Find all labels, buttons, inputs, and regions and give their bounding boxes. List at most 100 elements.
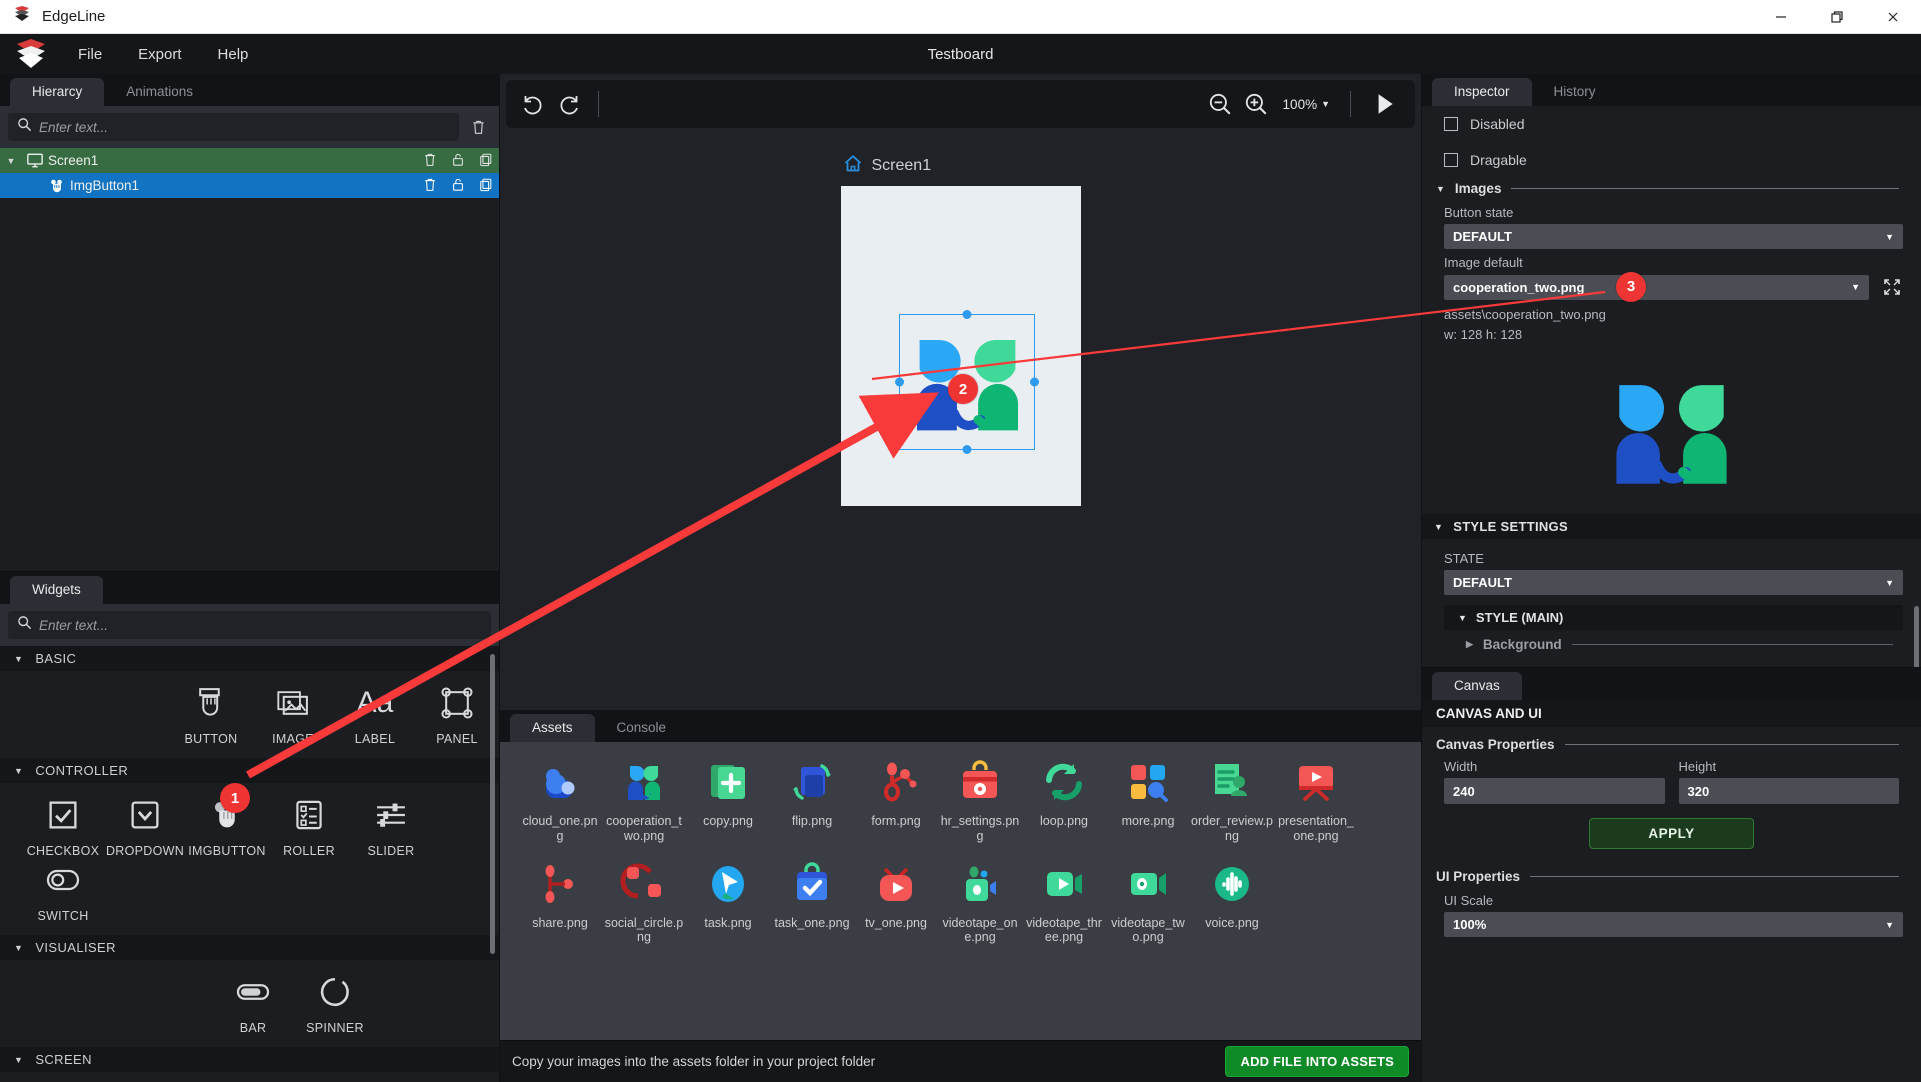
asset-item[interactable]: voice.png bbox=[1190, 858, 1274, 946]
tab-animations[interactable]: Animations bbox=[104, 78, 215, 106]
tab-assets[interactable]: Assets bbox=[510, 714, 595, 742]
widget-switch[interactable]: SWITCH bbox=[22, 858, 104, 923]
asset-item[interactable]: videotape_one.png bbox=[938, 858, 1022, 946]
delete-icon[interactable] bbox=[423, 152, 437, 170]
lock-icon[interactable] bbox=[451, 152, 465, 170]
asset-item[interactable]: form.png bbox=[854, 756, 938, 844]
asset-item[interactable]: task.png bbox=[686, 858, 770, 946]
inspector-scrollbar[interactable] bbox=[1914, 606, 1919, 667]
widgets-search-input[interactable]: Enter text... bbox=[8, 611, 491, 639]
undo-button[interactable] bbox=[520, 91, 546, 117]
zoom-out-button[interactable] bbox=[1207, 91, 1233, 117]
asset-item[interactable]: cloud_one.png bbox=[518, 756, 602, 844]
play-button[interactable] bbox=[1367, 91, 1401, 117]
asset-item[interactable]: flip.png bbox=[770, 756, 854, 844]
tab-console[interactable]: Console bbox=[595, 714, 689, 742]
bar-icon bbox=[235, 970, 271, 1014]
canvas-properties-label: Canvas Properties bbox=[1436, 737, 1555, 752]
hierarchy-tabstrip: Hierarcy Animations bbox=[0, 74, 499, 106]
widget-group-basic[interactable]: ▼ BASIC bbox=[0, 646, 499, 671]
resize-handle-right[interactable] bbox=[1029, 377, 1039, 387]
asset-item[interactable]: share.png bbox=[518, 858, 602, 946]
panel-icon bbox=[440, 681, 474, 725]
tab-hierarchy[interactable]: Hierarcy bbox=[10, 78, 105, 106]
asset-item[interactable]: hr_settings.png bbox=[938, 756, 1022, 844]
asset-item[interactable]: social_circle.png bbox=[602, 858, 686, 946]
button-state-dropdown[interactable]: DEFAULT ▼ bbox=[1444, 224, 1903, 249]
tree-row-imgbutton1[interactable]: ImgButton1 bbox=[0, 173, 499, 198]
widget-roller[interactable]: ROLLER bbox=[268, 793, 350, 858]
menu-help[interactable]: Help bbox=[202, 40, 265, 69]
asset-item[interactable]: tv_one.png bbox=[854, 858, 938, 946]
maximize-button[interactable] bbox=[1809, 0, 1865, 34]
widget-group-controller[interactable]: ▼ CONTROLLER bbox=[0, 758, 499, 783]
minimize-button[interactable] bbox=[1753, 0, 1809, 34]
widget-dropdown[interactable]: DROPDOWN bbox=[104, 793, 186, 858]
resize-handle-left[interactable] bbox=[894, 377, 904, 387]
disabled-checkbox[interactable] bbox=[1444, 117, 1458, 131]
style-main-header[interactable]: ▼ STYLE (MAIN) bbox=[1444, 605, 1903, 631]
widget-bar[interactable]: BAR bbox=[212, 970, 294, 1035]
menu-export[interactable]: Export bbox=[122, 40, 197, 69]
widget-group-screen[interactable]: ▼ SCREEN bbox=[0, 1047, 499, 1072]
widget-panel[interactable]: PANEL bbox=[416, 681, 498, 746]
disabled-checkbox-row[interactable]: Disabled bbox=[1422, 106, 1921, 142]
canvas-width-input[interactable]: 240 bbox=[1444, 778, 1665, 804]
dragable-checkbox[interactable] bbox=[1444, 153, 1458, 167]
zoom-in-button[interactable] bbox=[1243, 91, 1269, 117]
canvas-panel-body: Canvas Properties Width 240 Height 320 A… bbox=[1422, 727, 1921, 1082]
lock-icon[interactable] bbox=[451, 177, 465, 195]
widget-image[interactable]: IMAGE bbox=[252, 681, 334, 746]
widget-checkbox-label: CHECKBOX bbox=[26, 844, 100, 858]
dragable-checkbox-row[interactable]: Dragable bbox=[1422, 142, 1921, 178]
style-settings-header[interactable]: ▼ STYLE SETTINGS bbox=[1422, 514, 1921, 540]
zoom-level-dropdown[interactable]: 100% ▼ bbox=[1279, 94, 1334, 115]
widget-imgbutton[interactable]: IMGBUTTON 1 bbox=[186, 783, 268, 858]
resize-handle-top[interactable] bbox=[962, 310, 971, 319]
expand-preview-button[interactable] bbox=[1879, 274, 1905, 300]
menu-file[interactable]: File bbox=[62, 40, 118, 69]
widget-checkbox[interactable]: CHECKBOX bbox=[22, 793, 104, 858]
widget-spinner[interactable]: SPINNER bbox=[294, 970, 376, 1035]
widget-button[interactable]: BUTTON bbox=[170, 681, 252, 746]
state-dropdown[interactable]: DEFAULT ▼ bbox=[1444, 570, 1903, 596]
asset-item[interactable]: task_one.png bbox=[770, 858, 854, 946]
delete-icon[interactable] bbox=[423, 177, 437, 195]
clear-hierarchy-search-button[interactable] bbox=[465, 114, 491, 140]
images-section-header[interactable]: ▼ Images bbox=[1422, 178, 1921, 199]
asset-item[interactable]: more.png bbox=[1106, 756, 1190, 844]
duplicate-icon[interactable] bbox=[479, 152, 493, 170]
asset-item[interactable]: loop.png bbox=[1022, 756, 1106, 844]
apply-button[interactable]: APPLY bbox=[1589, 818, 1754, 849]
tab-history[interactable]: History bbox=[1532, 78, 1618, 106]
device-canvas[interactable] bbox=[840, 186, 1081, 506]
hierarchy-search-input[interactable]: Enter text... bbox=[8, 113, 459, 141]
tab-inspector[interactable]: Inspector bbox=[1432, 78, 1532, 106]
canvas-area[interactable]: Screen1 bbox=[500, 128, 1421, 710]
tab-canvas[interactable]: Canvas bbox=[1432, 672, 1522, 700]
share-icon bbox=[534, 858, 586, 910]
canvas-height-input[interactable]: 320 bbox=[1678, 778, 1899, 804]
tab-widgets[interactable]: Widgets bbox=[10, 576, 103, 604]
style-item-border[interactable]: ▶ Border bbox=[1466, 659, 1893, 667]
style-item-background[interactable]: ▶ Background bbox=[1466, 630, 1893, 659]
asset-item[interactable]: videotape_two.png bbox=[1106, 858, 1190, 946]
resize-handle-bottom[interactable] bbox=[962, 445, 971, 454]
asset-item[interactable]: order_review.png bbox=[1190, 756, 1274, 844]
asset-item[interactable]: presentation_one.png bbox=[1274, 756, 1358, 844]
redo-button[interactable] bbox=[556, 91, 582, 117]
widget-group-visualiser[interactable]: ▼ VISUALISER bbox=[0, 935, 499, 960]
ui-scale-dropdown[interactable]: 100% ▼ bbox=[1444, 912, 1903, 937]
asset-item[interactable]: copy.png bbox=[686, 756, 770, 844]
widget-label[interactable]: Aa LABEL bbox=[334, 681, 416, 746]
duplicate-icon[interactable] bbox=[479, 177, 493, 195]
asset-item[interactable]: cooperation_two.png bbox=[602, 756, 686, 844]
tree-row-screen1[interactable]: ▼ Screen1 bbox=[0, 148, 499, 173]
close-button[interactable] bbox=[1865, 0, 1921, 34]
widgets-scrollbar[interactable] bbox=[490, 654, 495, 954]
image-default-dropdown[interactable]: cooperation_two.png ▼ 3 bbox=[1444, 271, 1869, 302]
add-file-into-assets-button[interactable]: ADD FILE INTO ASSETS bbox=[1225, 1046, 1409, 1077]
widget-slider[interactable]: SLIDER bbox=[350, 793, 432, 858]
expand-arrow-icon[interactable]: ▼ bbox=[0, 156, 22, 166]
asset-item[interactable]: videotape_three.png bbox=[1022, 858, 1106, 946]
